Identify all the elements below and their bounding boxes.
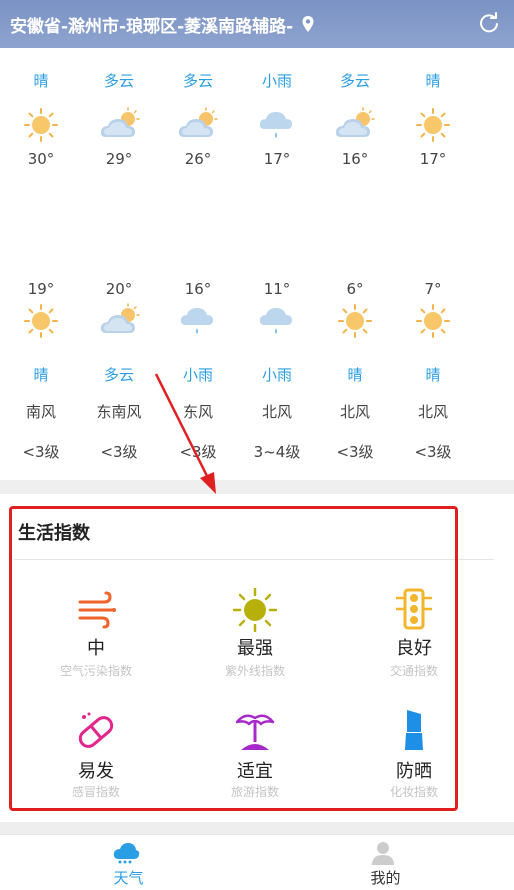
cloudy-icon <box>176 107 220 143</box>
low-temp: 20° <box>105 280 133 298</box>
refresh-icon[interactable] <box>478 12 500 34</box>
day-weather-label: 多云 <box>339 72 370 90</box>
wind-level: <3级 <box>336 443 374 461</box>
cloudy-icon <box>98 303 142 339</box>
night-weather-label: 多云 <box>103 366 134 384</box>
night-weather-label: 晴 <box>347 366 363 384</box>
night-weather-label: 晴 <box>425 366 441 384</box>
day-weather-label: 多云 <box>182 72 213 90</box>
top-bar: 安徽省-滁州市-琅琊区-菱溪南路辅路- <box>0 0 514 48</box>
section-separator <box>0 480 514 494</box>
high-temp: 16° <box>341 150 369 168</box>
nav-label: 天气 <box>113 869 144 887</box>
high-temp: 17° <box>263 150 291 168</box>
highlight-box <box>9 506 458 811</box>
wind-level: <3级 <box>414 443 452 461</box>
nav-tab-weather[interactable]: 天气 <box>0 835 257 890</box>
location-title[interactable]: 安徽省-滁州市-琅琊区-菱溪南路辅路- <box>10 12 293 37</box>
day-weather-label: 晴 <box>33 72 49 90</box>
wind-level: 3~4级 <box>253 443 301 461</box>
wind-direction: 东风 <box>182 403 213 421</box>
high-temp: 30° <box>27 150 55 168</box>
wind-direction: 北风 <box>261 403 292 421</box>
wind-level: <3级 <box>22 443 60 461</box>
wind-level: <3级 <box>179 443 217 461</box>
nav-tab-mine[interactable]: 我的 <box>257 835 514 890</box>
sunny-icon <box>411 107 455 143</box>
cloudy-icon <box>333 107 377 143</box>
user-icon <box>372 842 394 865</box>
sunny-icon <box>333 303 377 339</box>
location-pin-icon[interactable] <box>301 15 315 33</box>
bottom-nav: 天气 我的 <box>0 834 514 890</box>
sunny-icon <box>19 107 63 143</box>
night-weather-label: 小雨 <box>261 366 292 384</box>
rain-icon <box>255 303 299 339</box>
cloudy-icon <box>98 107 142 143</box>
wind-direction: 南风 <box>25 403 56 421</box>
rain-icon <box>255 107 299 143</box>
low-temp: 16° <box>184 280 212 298</box>
sunny-icon <box>19 303 63 339</box>
night-weather-label: 小雨 <box>182 366 213 384</box>
forecast-panel: 晴 30° 19° 晴 南风 <3级 多云 29° 20° 多云 东南风 <3级… <box>0 48 514 480</box>
low-temp: 11° <box>263 280 291 298</box>
sunny-icon <box>411 303 455 339</box>
high-temp: 17° <box>419 150 447 168</box>
day-weather-label: 晴 <box>425 72 441 90</box>
wind-direction: 北风 <box>417 403 448 421</box>
rain-icon <box>176 303 220 339</box>
wind-level: <3级 <box>100 443 138 461</box>
high-temp: 26° <box>184 150 212 168</box>
night-weather-label: 晴 <box>33 366 49 384</box>
wind-direction: 北风 <box>339 403 370 421</box>
wind-direction: 东南风 <box>96 403 142 421</box>
low-temp: 6° <box>346 280 364 298</box>
day-weather-label: 小雨 <box>261 72 292 90</box>
low-temp: 19° <box>27 280 55 298</box>
day-weather-label: 多云 <box>103 72 134 90</box>
high-temp: 29° <box>105 150 133 168</box>
cloud-icon <box>113 843 140 864</box>
low-temp: 7° <box>424 280 442 298</box>
nav-label: 我的 <box>370 869 401 887</box>
